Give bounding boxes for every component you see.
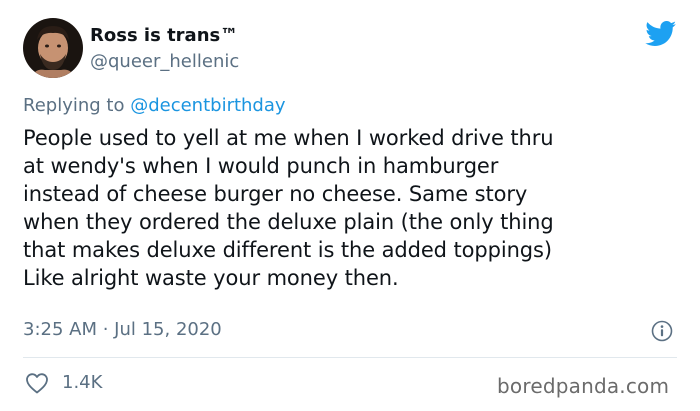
like-count[interactable]: 1.4K bbox=[62, 372, 102, 394]
author-handle[interactable]: @queer_hellenic bbox=[90, 51, 239, 73]
tweet-timestamp[interactable]: 3:25 AM · Jul 15, 2020 bbox=[23, 319, 222, 341]
tweet-card: Ross is trans™ @queer_hellenic Replying … bbox=[0, 0, 700, 411]
avatar[interactable] bbox=[23, 18, 83, 78]
replying-to-line: Replying to @decentbirthday bbox=[23, 95, 286, 117]
twitter-bird-icon[interactable] bbox=[645, 21, 677, 47]
author-name[interactable]: Ross is trans™ bbox=[90, 25, 238, 47]
reply-mention-link[interactable]: @decentbirthday bbox=[130, 95, 285, 116]
watermark: boredpanda.com bbox=[497, 374, 670, 398]
info-icon[interactable] bbox=[651, 320, 673, 342]
heart-icon[interactable] bbox=[25, 372, 49, 394]
tweet-text: People used to yell at me when I worked … bbox=[23, 126, 554, 290]
divider bbox=[23, 357, 677, 358]
avatar-image bbox=[23, 18, 83, 78]
replying-to-label: Replying to bbox=[23, 95, 131, 116]
